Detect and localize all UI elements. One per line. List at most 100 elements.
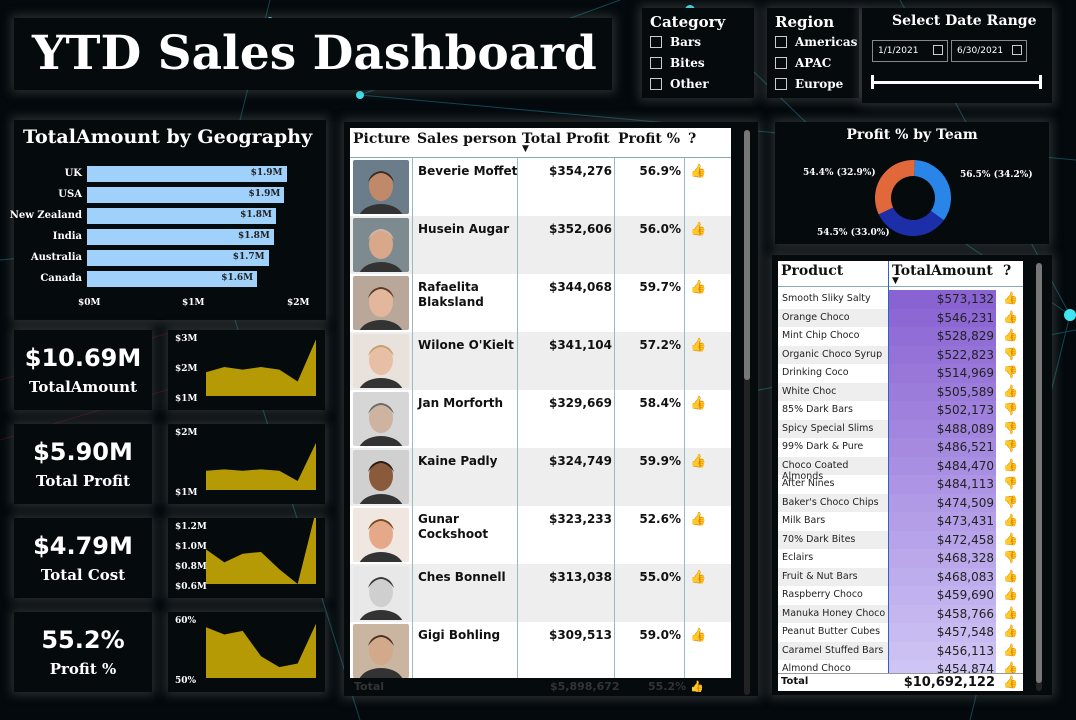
calendar-icon[interactable]: [1012, 45, 1022, 55]
end-date-input[interactable]: 6/30/2021: [951, 40, 1027, 62]
sort-desc-icon[interactable]: ▼: [522, 144, 529, 154]
table-row[interactable]: Baker's Choco Chips $474,509 👎: [778, 493, 1023, 512]
geo-bar-row[interactable]: India $1.8M: [14, 229, 326, 245]
region-option-europe[interactable]: Europe: [775, 77, 843, 91]
table-row[interactable]: Husein Augar $352,606 56.0% 👍: [350, 216, 731, 274]
product-amount: $573,132: [889, 290, 996, 309]
sparkline-area: [206, 518, 316, 584]
col-product[interactable]: Product: [781, 263, 843, 279]
checkbox[interactable]: [650, 78, 662, 90]
table-row[interactable]: Caramel Stuffed Bars $456,113 👍: [778, 641, 1023, 660]
table-row[interactable]: Gunar Cockshoot $323,233 52.6% 👍: [350, 506, 731, 564]
checkbox[interactable]: [650, 36, 662, 48]
table-row[interactable]: After Nines $484,113 👎: [778, 475, 1023, 494]
product-amount: $456,113: [889, 641, 996, 660]
table-row[interactable]: 85% Dark Bars $502,173 👎: [778, 401, 1023, 420]
scrollbar-thumb[interactable]: [744, 130, 750, 380]
table-row[interactable]: Milk Bars $473,431 👍: [778, 512, 1023, 531]
sparkline-area: [206, 623, 316, 678]
geography-chart: TotalAmount by Geography UK $1.9M USA $1.9M…: [10, 120, 326, 320]
total-profit: $323,233: [548, 512, 612, 526]
col-total-profit[interactable]: Total Profit: [522, 131, 610, 147]
table-row[interactable]: Jan Morforth $329,669 58.4% 👍: [350, 390, 731, 448]
geo-bar-row[interactable]: UK $1.9M: [14, 166, 326, 182]
table-row[interactable]: Smooth Sliky Salty $573,132 👍: [778, 290, 1023, 309]
category-option-other[interactable]: Other: [650, 77, 709, 91]
table-row[interactable]: Orange Choco $546,231 👍: [778, 308, 1023, 327]
table-row[interactable]: Spicy Special Slims $488,089 👎: [778, 419, 1023, 438]
geo-bar-row[interactable]: USA $1.9M: [14, 187, 326, 203]
donut-label: 56.5% (34.2%): [960, 170, 1033, 180]
thumbs-down-icon: 👎: [1003, 365, 1018, 379]
col-picture[interactable]: Picture: [353, 131, 410, 147]
date-slider-start-handle[interactable]: [871, 75, 874, 89]
scrollbar-thumb[interactable]: [1036, 263, 1042, 683]
calendar-icon[interactable]: [933, 45, 943, 55]
product-name: 85% Dark Bars: [782, 404, 853, 415]
col-kpi[interactable]: ?: [1003, 263, 1011, 279]
table-row[interactable]: Beverie Moffet $354,276 56.9% 👍: [350, 158, 731, 216]
col-totalamount[interactable]: TotalAmount: [892, 263, 993, 279]
geo-bar[interactable]: $1.6M: [87, 271, 258, 287]
checkbox[interactable]: [650, 57, 662, 69]
date-slider-end-handle[interactable]: [1039, 75, 1042, 89]
geo-bar-row[interactable]: Canada $1.6M: [14, 271, 326, 287]
product-amount: $486,521: [889, 438, 996, 457]
product-name: Mint Chip Choco: [782, 330, 860, 341]
table-row[interactable]: Ches Bonnell $313,038 55.0% 👍: [350, 564, 731, 622]
product-name: Orange Choco: [778, 308, 888, 327]
geo-bar[interactable]: $1.7M: [87, 250, 269, 266]
sparkline-area: [206, 442, 316, 490]
region-option-americas[interactable]: Americas: [775, 35, 857, 49]
table-row[interactable]: Kaine Padly $324,749 59.9% 👍: [350, 448, 731, 506]
product-amount: $474,509: [889, 493, 996, 512]
table-row[interactable]: Organic Choco Syrup $522,823 👎: [778, 345, 1023, 364]
axis-tick: $1.2M: [175, 522, 207, 532]
col-salesperson[interactable]: Sales person: [417, 131, 517, 147]
geo-bar[interactable]: $1.8M: [87, 229, 274, 245]
table-row[interactable]: Eclairs $468,328 👎: [778, 549, 1023, 568]
thumbs-up-icon: 👍: [1003, 513, 1018, 527]
product-amount: $502,173: [889, 401, 996, 420]
kpi-card: $10.69M TotalAmount: [14, 330, 152, 410]
geo-bar[interactable]: $1.8M: [87, 208, 276, 224]
checkbox[interactable]: [775, 57, 787, 69]
table-row[interactable]: Manuka Honey Choco $458,766 👍: [778, 604, 1023, 623]
table-row[interactable]: Drinking Coco $514,969 👎: [778, 364, 1023, 383]
table-row[interactable]: 99% Dark & Pure $486,521 👎: [778, 438, 1023, 457]
thumbs-up-icon: 👍: [1003, 675, 1018, 689]
product-amount: $522,823: [889, 345, 996, 364]
checkbox[interactable]: [775, 36, 787, 48]
table-row[interactable]: Raspberry Choco $459,690 👍: [778, 586, 1023, 605]
table-row[interactable]: Choco Coated Almonds $484,470 👍: [778, 456, 1023, 482]
sort-desc-icon[interactable]: ▼: [892, 276, 899, 286]
checkbox[interactable]: [775, 78, 787, 90]
geo-bar-row[interactable]: New Zealand $1.8M: [10, 208, 326, 224]
region-slicer-title: Region: [775, 13, 835, 31]
col-profit-pct[interactable]: Profit %: [618, 131, 680, 147]
donut-slice[interactable]: [914, 160, 951, 221]
date-slider-track[interactable]: [872, 81, 1042, 84]
product-name: Eclairs: [782, 552, 814, 563]
region-option-apac[interactable]: APAC: [775, 56, 831, 70]
table-row[interactable]: Mint Chip Choco $528,829 👍: [778, 327, 1023, 346]
table-row[interactable]: 70% Dark Bites $472,458 👍: [778, 530, 1023, 549]
category-option-bars[interactable]: Bars: [650, 35, 701, 49]
geo-bar-row[interactable]: Australia $1.7M: [14, 250, 326, 266]
donut-slice[interactable]: [875, 160, 915, 215]
table-row[interactable]: Peanut Butter Cubes $457,548 👍: [778, 623, 1023, 642]
table-row[interactable]: Fruit & Nut Bars $468,083 👍: [778, 567, 1023, 586]
table-row[interactable]: White Choc $505,589 👍: [778, 382, 1023, 401]
table-row[interactable]: Rafaelita Blaksland $344,068 59.7% 👍: [350, 274, 731, 332]
table-row[interactable]: Gigi Bohling $309,513 59.0% 👍: [350, 622, 731, 678]
category-option-bites[interactable]: Bites: [650, 56, 705, 70]
col-kpi[interactable]: ?: [688, 131, 696, 147]
thumbs-up-icon: 👍: [690, 164, 707, 179]
geo-bar[interactable]: $1.9M: [87, 166, 287, 182]
table-row[interactable]: Wilone O'Kielt $341,104 57.2% 👍: [350, 332, 731, 390]
avatar: [353, 450, 409, 504]
product-name: White Choc: [778, 382, 888, 401]
start-date-input[interactable]: 1/1/2021: [872, 40, 948, 62]
geo-bar[interactable]: $1.9M: [87, 187, 285, 203]
table-header: Picture Sales person Total Profit Profit…: [350, 128, 731, 158]
